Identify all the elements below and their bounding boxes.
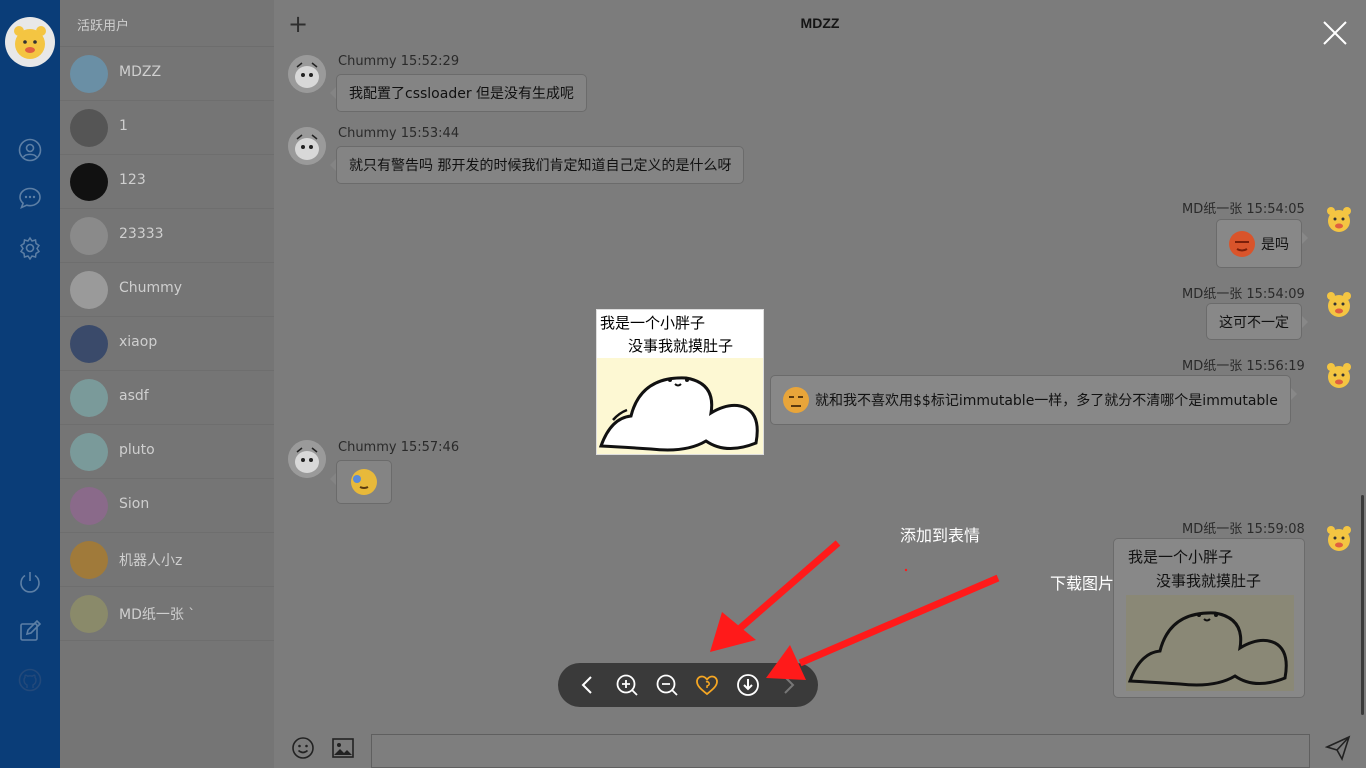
heart-icon[interactable] [695, 673, 719, 697]
sticker-caption-line1: 我是一个小胖子 [600, 314, 706, 332]
next-icon[interactable] [776, 673, 800, 697]
user-list-item[interactable]: Sion [60, 479, 274, 533]
message-meta: Chummy 15:57:46 [338, 440, 460, 455]
sticker-caption-line1: 我是一个小胖子 [1128, 548, 1234, 566]
sticker-caption-line2: 没事我就摸肚子 [1156, 572, 1262, 590]
avatar [70, 163, 108, 201]
chat-title: MDZZ [800, 15, 840, 31]
message-bubble [330, 460, 392, 504]
user-list-item[interactable]: MDZZ [60, 47, 274, 101]
user-name: asdf [119, 388, 149, 404]
composer [274, 708, 1366, 768]
nav-rail [0, 0, 60, 768]
user-name: 23333 [119, 226, 164, 242]
message-bubble: 我配置了cssloader 但是没有生成呢 [329, 74, 588, 112]
message-avatar[interactable] [1320, 519, 1358, 557]
user-name: 123 [119, 172, 146, 188]
message-avatar[interactable] [288, 55, 326, 93]
user-list-item[interactable]: 机器人小z [60, 533, 274, 587]
avatar [70, 55, 108, 93]
sticker-caption-line2: 没事我就摸肚子 [628, 337, 734, 355]
message-meta: MD纸一张 15:54:05 [1182, 202, 1305, 217]
user-list-item[interactable]: xiaop [60, 317, 274, 371]
emoji-icon[interactable] [291, 736, 315, 760]
user-name: pluto [119, 442, 155, 458]
edit-icon[interactable] [18, 619, 42, 643]
user-name: 机器人小z [119, 553, 183, 569]
user-name: xiaop [119, 334, 158, 350]
prev-icon[interactable] [576, 673, 600, 697]
message-avatar[interactable] [1320, 356, 1358, 394]
settings-icon[interactable] [18, 236, 42, 260]
sticker-illustration [1126, 595, 1294, 691]
avatar [70, 217, 108, 255]
message-bubble: 是吗 [1216, 219, 1308, 268]
message-meta: MD纸一张 15:54:09 [1182, 287, 1305, 302]
send-icon[interactable] [1325, 735, 1351, 761]
user-list-item[interactable]: 23333 [60, 209, 274, 263]
message-meta: Chummy 15:52:29 [338, 54, 460, 69]
avatar [70, 595, 108, 633]
download-icon[interactable] [736, 673, 760, 697]
sticker-message[interactable]: 我是一个小胖子 没事我就摸肚子 [1113, 538, 1305, 698]
close-icon[interactable] [1320, 18, 1350, 48]
message-meta: MD纸一张 15:56:19 [1182, 359, 1305, 374]
user-list-item[interactable]: MD纸一张 ` [60, 587, 274, 641]
avatar [70, 325, 108, 363]
message-avatar[interactable] [288, 127, 326, 165]
user-name: Chummy [119, 280, 183, 296]
avatar [70, 271, 108, 309]
image-viewer-toolbar [558, 663, 818, 707]
chat-icon[interactable] [18, 186, 42, 210]
message-avatar[interactable] [1320, 200, 1358, 238]
message-avatar[interactable] [1320, 285, 1358, 323]
github-icon[interactable] [18, 668, 42, 692]
active-users-header: 活跃用户 [60, 0, 274, 47]
message-bubble: 就和我不喜欢用$$标记immutable一样，多了就分不清哪个是immutabl… [770, 375, 1297, 425]
power-icon[interactable] [18, 570, 42, 594]
chat-header: + MDZZ [274, 0, 1366, 47]
message-text: 是吗 [1261, 236, 1289, 253]
avatar [70, 109, 108, 147]
user-name: Sion [119, 496, 150, 512]
avatar [70, 433, 108, 471]
image-icon[interactable] [332, 738, 354, 758]
image-preview: 我是一个小胖子 没事我就摸肚子 [596, 309, 764, 455]
user-icon[interactable] [18, 138, 42, 162]
avatar [70, 541, 108, 579]
message-bubble: 这可不一定 [1206, 303, 1308, 340]
user-name: MDZZ [119, 64, 162, 80]
my-avatar[interactable] [5, 17, 55, 67]
zoom-in-icon[interactable] [615, 673, 639, 697]
user-name: MD纸一张 ` [119, 607, 196, 623]
sticker-illustration [597, 358, 763, 454]
zoom-out-icon[interactable] [655, 673, 679, 697]
user-list-item[interactable]: Chummy [60, 263, 274, 317]
message-meta: Chummy 15:53:44 [338, 126, 460, 141]
message-meta: MD纸一张 15:59:08 [1182, 522, 1305, 537]
user-name: 1 [119, 118, 128, 134]
emoji-sticker-icon [783, 387, 809, 413]
user-list-item[interactable]: 123 [60, 155, 274, 209]
message-input[interactable] [371, 734, 1310, 768]
avatar [70, 379, 108, 417]
user-list-item[interactable]: 1 [60, 101, 274, 155]
user-list-item[interactable]: pluto [60, 425, 274, 479]
user-list-item[interactable]: asdf [60, 371, 274, 425]
emoji-sticker-icon [1229, 230, 1255, 257]
add-to-emoji-annotation: 添加到表情 [900, 526, 981, 545]
message-text: 就和我不喜欢用$$标记immutable一样，多了就分不清哪个是immutabl… [815, 393, 1278, 409]
active-users-panel: 活跃用户 MDZZ 1 123 23333 Chummy xiaop asdf pluto Si… [60, 0, 274, 768]
emoji-sticker-icon [351, 469, 377, 495]
message-bubble: 就只有警告吗 那开发的时候我们肯定知道自己定义的是什么呀 [329, 146, 745, 184]
message-avatar[interactable] [288, 440, 326, 478]
avatar [70, 487, 108, 525]
download-image-annotation: 下载图片 [1050, 574, 1115, 593]
chat-scrollbar[interactable] [1361, 495, 1364, 715]
